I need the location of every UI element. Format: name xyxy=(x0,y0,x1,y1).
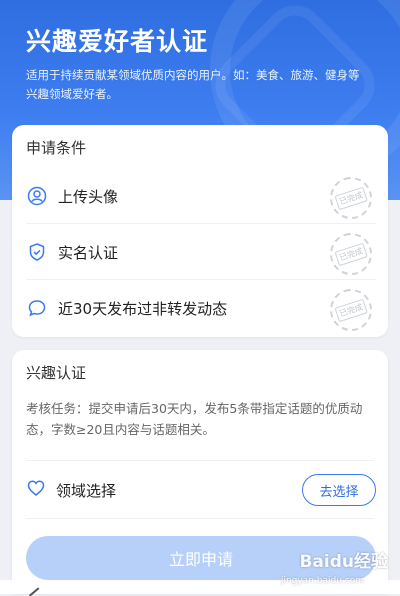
condition-label: 实名认证 xyxy=(58,243,119,262)
conditions-card: 申请条件 上传头像 已完成 实名认证 已完成 近30天发布过非转发动态 已完成 xyxy=(12,125,388,337)
condition-label: 上传头像 xyxy=(58,187,119,206)
user-icon xyxy=(26,185,48,207)
assessment-task-text: 考核任务：提交申请后30天内，发布5条带指定话题的优质动态，字数≥20且内容与话… xyxy=(26,401,363,437)
conditions-title: 申请条件 xyxy=(26,139,87,157)
domain-select-label: 领域选择 xyxy=(56,481,117,500)
chat-bubble-icon xyxy=(26,297,48,319)
shield-check-icon xyxy=(26,241,48,263)
page-description: 适用于持续贡献某领域优质内容的用户。如：美食、旅游、健身等兴趣领域爱好者。 xyxy=(26,68,360,101)
choose-domain-button[interactable]: 去选择 xyxy=(302,474,376,506)
condition-upload-avatar: 上传头像 已完成 xyxy=(26,169,378,225)
interest-title: 兴趣认证 xyxy=(26,364,87,382)
completed-stamp: 已完成 xyxy=(324,171,378,225)
completed-stamp: 已完成 xyxy=(324,283,378,337)
domain-select-row: 领域选择 去选择 xyxy=(26,468,376,512)
page-title: 兴趣爱好者认证 xyxy=(26,27,209,56)
back-arrow-icon[interactable] xyxy=(28,586,40,596)
divider xyxy=(26,460,374,461)
condition-real-name: 实名认证 已完成 xyxy=(26,225,378,281)
watermark-url: jingyan.baidu.com xyxy=(280,576,364,586)
watermark-logo: Baidu经验 xyxy=(299,552,388,572)
completed-stamp: 已完成 xyxy=(324,227,378,281)
condition-label: 近30天发布过非转发动态 xyxy=(58,299,228,318)
condition-recent-post: 近30天发布过非转发动态 已完成 xyxy=(26,281,378,337)
divider xyxy=(26,518,374,519)
heart-icon xyxy=(26,478,46,502)
